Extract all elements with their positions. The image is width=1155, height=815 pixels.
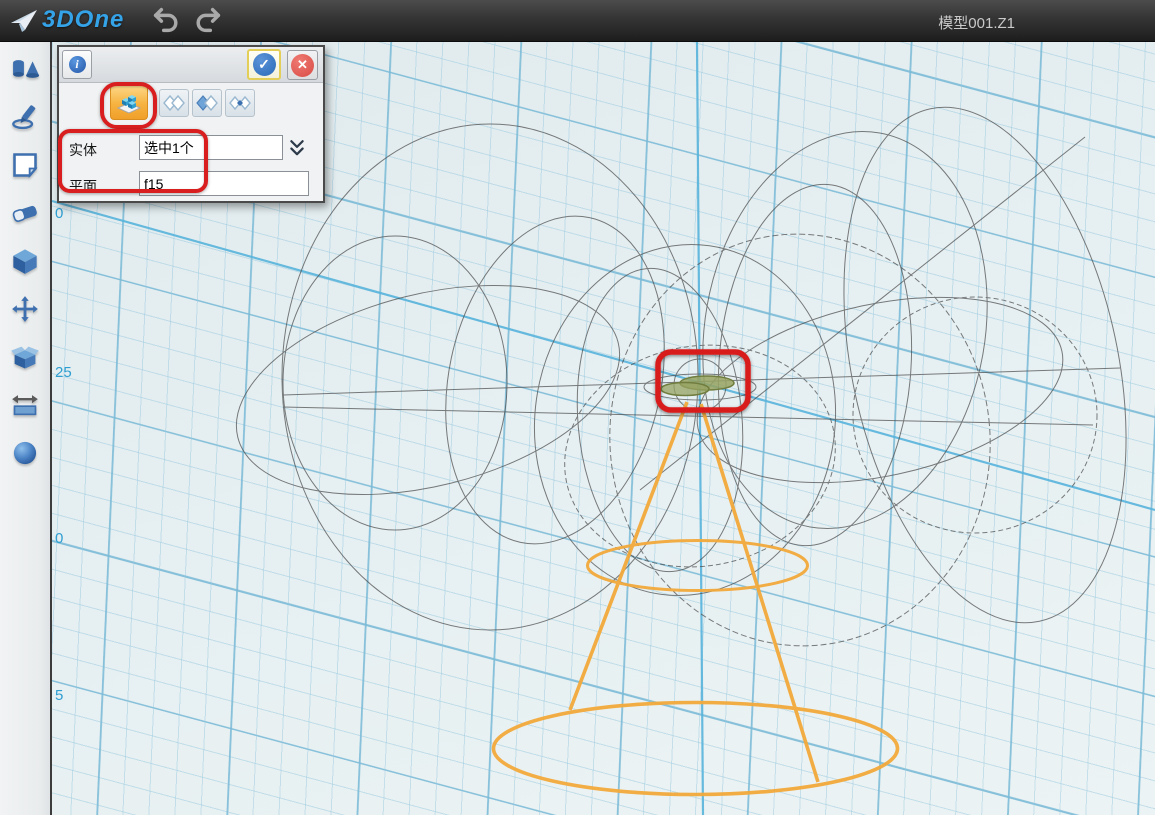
info-button[interactable]: i: [62, 50, 92, 79]
info-icon: i: [69, 56, 86, 73]
pattern-mode-row: [59, 83, 323, 133]
eraser-edit-icon: [10, 201, 40, 225]
combine-box-icon: [10, 343, 40, 371]
tool-primitives[interactable]: [9, 54, 41, 84]
mode-button-point-pattern[interactable]: [225, 89, 255, 117]
confirm-button[interactable]: ✓: [247, 49, 281, 80]
app-logo: 3DOne: [10, 6, 124, 34]
tool-move[interactable]: [9, 294, 41, 324]
mode-button-circular-pattern[interactable]: [159, 89, 189, 117]
axis-label: 25: [55, 364, 72, 381]
left-toolbar: [0, 42, 52, 815]
tool-combine[interactable]: [9, 342, 41, 372]
primitives-icon: [10, 56, 40, 82]
center-diamond-icon: [228, 93, 252, 113]
title-bar: 3DOne 模型001.Z1: [0, 0, 1155, 42]
undo-button[interactable]: [150, 5, 186, 37]
plane-field-label: 平面: [69, 176, 97, 196]
redo-arrow-icon: [192, 5, 224, 35]
solid-field-input[interactable]: [139, 135, 283, 160]
tool-measure[interactable]: [9, 390, 41, 420]
tool-feature-cube[interactable]: [9, 246, 41, 276]
command-dialog: i ✓ ✕: [57, 45, 325, 203]
paper-plane-icon: [10, 7, 38, 33]
feature-cube-icon: [11, 247, 39, 275]
redo-button[interactable]: [192, 5, 228, 37]
plane-field-input[interactable]: [139, 171, 309, 196]
mode-button-mirror-pattern[interactable]: [192, 89, 222, 117]
sketch-plane-icon: [11, 151, 39, 179]
wireframe-spheres: [215, 81, 1155, 665]
cancel-button[interactable]: ✕: [287, 50, 318, 80]
cone-preview: [494, 402, 898, 795]
close-icon: ✕: [291, 54, 314, 77]
tool-eraser[interactable]: [9, 198, 41, 228]
app-name: 3DOne: [42, 6, 124, 34]
selected-face-highlight: [661, 376, 734, 396]
check-icon: ✓: [253, 53, 276, 76]
mirror-diamond-icon: [195, 93, 219, 113]
document-title: 模型001.Z1: [938, 12, 1015, 33]
sketch-pencil-icon: [11, 103, 39, 131]
solid-field-row: 实体: [69, 140, 97, 160]
solid-field-label: 实体: [69, 140, 97, 160]
axis-label: 0: [55, 205, 63, 222]
axis-label: 5: [55, 687, 63, 704]
expand-options-button[interactable]: [289, 139, 305, 162]
tool-material[interactable]: [9, 438, 41, 468]
axis-label: 0: [55, 530, 63, 547]
undo-arrow-icon: [150, 5, 182, 35]
plane-field-row: 平面: [69, 176, 97, 196]
measure-dimension-icon: [11, 392, 39, 418]
two-diamonds-icon: [162, 93, 186, 113]
app-window: 0 25 0 5: [0, 0, 1155, 815]
tool-sketch-plane[interactable]: [9, 150, 41, 180]
move-transform-icon: [11, 295, 39, 323]
tool-sketch[interactable]: [9, 102, 41, 132]
double-chevron-down-icon: [289, 139, 305, 157]
dialog-header: i ✓ ✕: [59, 47, 323, 83]
pattern-cubes-icon: [115, 90, 143, 116]
mode-button-linear-pattern[interactable]: [110, 85, 148, 120]
material-sphere-icon: [11, 439, 39, 467]
